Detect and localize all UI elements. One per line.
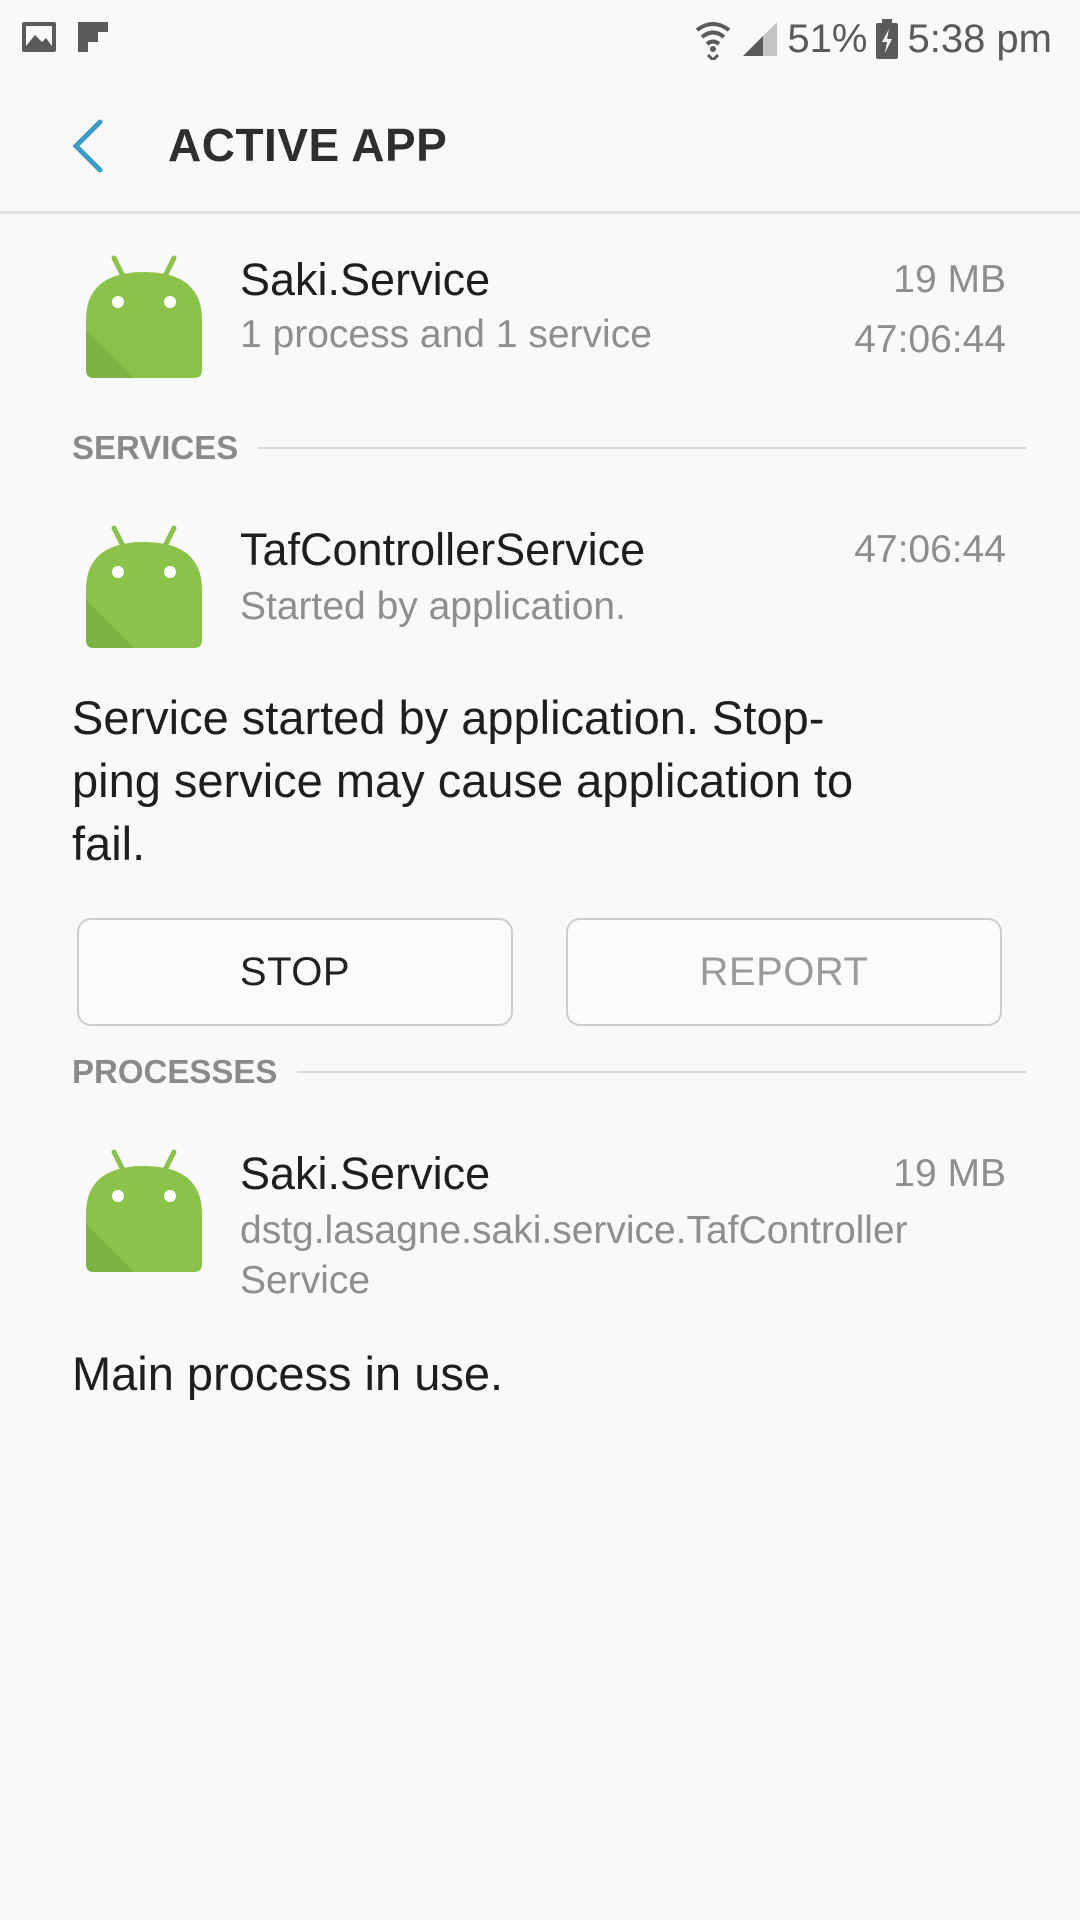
process-package-line: Service bbox=[240, 1259, 371, 1302]
stop-button[interactable]: STOP bbox=[77, 918, 513, 1026]
app-summary: 1 process and 1 service bbox=[240, 313, 652, 356]
process-package-line: dstg.lasagne.saki.service.TafController bbox=[240, 1209, 908, 1252]
service-name: TafControllerService bbox=[240, 524, 646, 575]
process-name: Saki.Service bbox=[240, 1148, 491, 1199]
service-row[interactable]: TafControllerService Started by applicat… bbox=[0, 510, 1080, 650]
battery-percent: 51% bbox=[787, 16, 868, 61]
services-section-header: SERVICES bbox=[72, 428, 1026, 468]
android-icon bbox=[86, 255, 202, 378]
signal-icon bbox=[743, 22, 778, 56]
gallery-icon bbox=[22, 22, 56, 52]
page-title: ACTIVE APP bbox=[168, 119, 448, 171]
services-label: SERVICES bbox=[72, 429, 239, 466]
processes-section-header: PROCESSES bbox=[72, 1052, 1026, 1092]
service-description-line: ping service may cause application to bbox=[72, 754, 854, 807]
clock: 5:38 pm bbox=[907, 16, 1052, 61]
process-size: 19 MB bbox=[893, 1152, 1006, 1195]
divider bbox=[258, 447, 1026, 449]
battery-icon bbox=[876, 19, 899, 59]
android-icon bbox=[86, 525, 202, 648]
app-time: 47:06:44 bbox=[854, 318, 1006, 361]
app-name: Saki.Service bbox=[240, 254, 491, 305]
back-arrow-icon bbox=[72, 119, 103, 173]
status-bar: 51% 5:38 pm bbox=[0, 0, 1080, 78]
back-button[interactable] bbox=[48, 106, 128, 186]
android-icon bbox=[86, 1149, 202, 1272]
app-bar: ACTIVE APP bbox=[0, 78, 1080, 214]
flipboard-icon bbox=[78, 22, 108, 52]
processes-label: PROCESSES bbox=[72, 1053, 278, 1090]
service-status: Started by application. bbox=[240, 585, 626, 628]
process-row[interactable]: Saki.Service dstg.lasagne.saki.service.T… bbox=[0, 1134, 1080, 1314]
service-description-line: fail. bbox=[72, 817, 146, 870]
divider bbox=[297, 1071, 1026, 1073]
process-package: dstg.lasagne.saki.service.TafController … bbox=[240, 1206, 1020, 1306]
wifi-icon bbox=[696, 22, 731, 60]
app-summary-row: Saki.Service 1 process and 1 service 19 … bbox=[0, 240, 1080, 380]
service-description-line: Service started by application. Stop- bbox=[72, 691, 825, 744]
process-description: Main process in use. bbox=[72, 1347, 504, 1400]
report-button[interactable]: REPORT bbox=[566, 918, 1002, 1026]
service-time: 47:06:44 bbox=[854, 528, 1006, 571]
app-size: 19 MB bbox=[893, 258, 1006, 301]
service-description: Service started by application. Stop- pi… bbox=[72, 686, 1012, 875]
